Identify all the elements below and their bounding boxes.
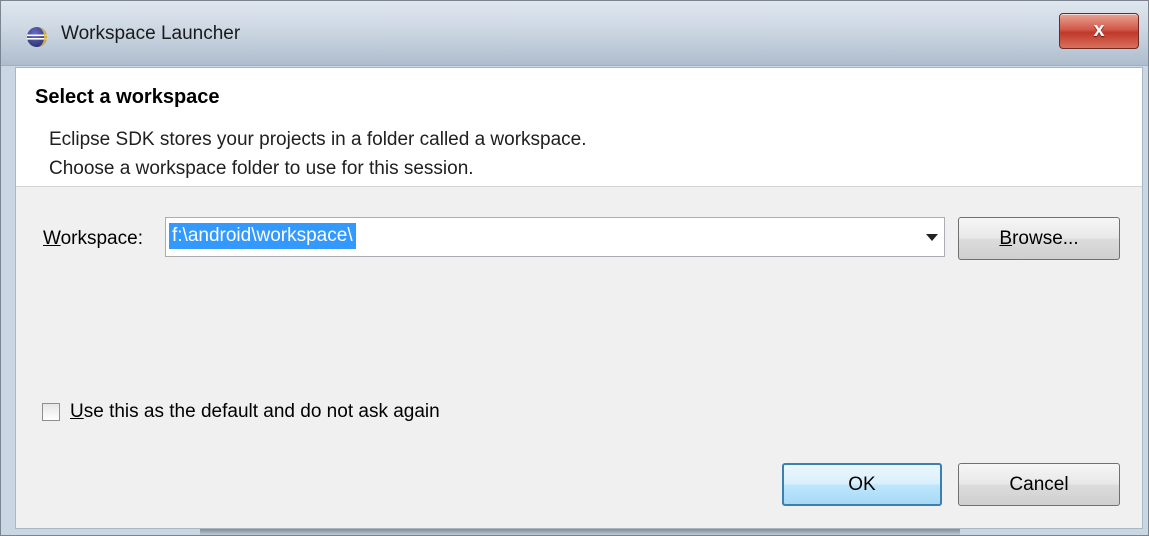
cancel-button[interactable]: Cancel bbox=[958, 463, 1120, 506]
default-checkbox-text: se this as the default and do not ask ag… bbox=[83, 401, 440, 422]
workspace-label-mnemonic: W bbox=[43, 228, 61, 249]
eclipse-icon bbox=[27, 27, 47, 47]
window-title: Workspace Launcher bbox=[61, 23, 241, 44]
dialog-header: Select a workspace Eclipse SDK stores yo… bbox=[16, 68, 1142, 187]
description-line-2: Choose a workspace folder to use for thi… bbox=[49, 158, 474, 179]
workspace-label: Workspace: bbox=[43, 228, 143, 250]
default-checkbox-mnemonic: U bbox=[70, 401, 84, 422]
workspace-path-value[interactable]: f:\android\workspace\ bbox=[169, 223, 356, 249]
browse-label: rowse... bbox=[1012, 228, 1079, 249]
browse-button[interactable]: Browse... bbox=[958, 217, 1120, 260]
title-bar[interactable]: Workspace Launcher x bbox=[1, 1, 1148, 66]
browse-mnemonic: B bbox=[999, 228, 1013, 249]
window-shadow bbox=[200, 529, 960, 536]
close-button[interactable]: x bbox=[1059, 13, 1139, 49]
description-line-1: Eclipse SDK stores your projects in a fo… bbox=[49, 129, 587, 150]
workspace-combo[interactable]: f:\android\workspace\ bbox=[165, 217, 945, 257]
default-checkbox-label[interactable]: Use this as the default and do not ask a… bbox=[70, 401, 440, 423]
ok-button[interactable]: OK bbox=[782, 463, 942, 506]
dialog-body: Select a workspace Eclipse SDK stores yo… bbox=[15, 67, 1143, 529]
dropdown-arrow-icon[interactable] bbox=[926, 234, 938, 241]
default-checkbox[interactable] bbox=[42, 403, 60, 421]
workspace-launcher-dialog: Workspace Launcher x Select a workspace … bbox=[0, 0, 1149, 536]
dialog-heading: Select a workspace bbox=[35, 86, 220, 108]
close-icon: x bbox=[1093, 19, 1105, 41]
workspace-label-text: orkspace: bbox=[60, 228, 143, 249]
